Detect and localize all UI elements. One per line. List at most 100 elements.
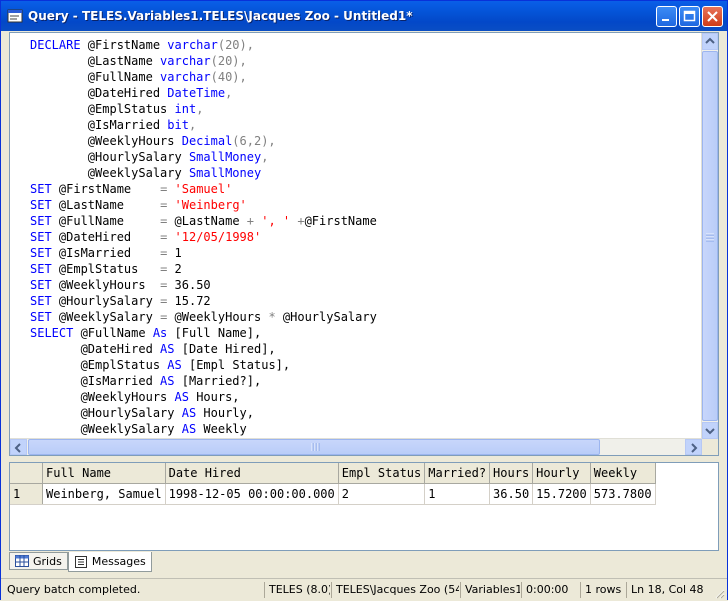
horizontal-scrollbar[interactable]: [10, 438, 702, 455]
table-row[interactable]: 1 Weinberg, Samuel 1998-12-05 00:00:00.000…: [10, 483, 656, 505]
code-token: [Empl Status],: [188, 358, 291, 372]
column-header[interactable]: Hours: [489, 463, 534, 484]
code-token: @FirstName: [304, 214, 377, 228]
code-line[interactable]: SET @FirstName = 'Samuel': [30, 181, 377, 197]
code-token: @WeeklySalary: [30, 422, 182, 436]
code-token: =: [160, 294, 175, 308]
code-line[interactable]: @IsMarried AS [Married?],: [30, 373, 377, 389]
code-line[interactable]: SET @DateHired = '12/05/1998': [30, 229, 377, 245]
code-token: @DateHired: [58, 230, 161, 244]
code-token: SET: [30, 294, 59, 308]
code-line[interactable]: @WeeklyHours AS Hours,: [30, 389, 377, 405]
table-cell[interactable]: 2: [338, 483, 426, 505]
maximize-button[interactable]: [679, 6, 700, 27]
column-header[interactable]: Empl Status: [338, 463, 426, 484]
code-token: =: [160, 198, 175, 212]
column-header[interactable]: Full Name: [42, 463, 166, 484]
scroll-right-button[interactable]: [685, 439, 702, 455]
code-token: SET: [30, 198, 59, 212]
scroll-down-button[interactable]: [702, 422, 718, 439]
code-token: DateTime: [167, 86, 226, 100]
code-token: Hourly,: [203, 406, 254, 420]
code-token: varchar: [160, 70, 211, 84]
code-token: @EmplStatus: [30, 358, 168, 372]
code-token: AS: [167, 358, 189, 372]
code-line[interactable]: SET @WeeklySalary = @WeeklyHours * @Hour…: [30, 309, 377, 325]
results-table[interactable]: Full Name Date Hired Empl Status Married? Ho…: [10, 463, 656, 505]
code-token: ,: [261, 150, 269, 164]
code-token: bit: [167, 118, 189, 132]
table-cell[interactable]: Weinberg, Samuel: [42, 483, 166, 505]
code-line[interactable]: @HourlySalary AS Hourly,: [30, 405, 377, 421]
column-header[interactable]: Married?: [424, 463, 491, 484]
code-token: 2: [174, 262, 182, 276]
table-cell[interactable]: 36.50: [489, 483, 534, 505]
code-line[interactable]: SET @HourlySalary = 15.72: [30, 293, 377, 309]
code-token: [Married?],: [181, 374, 262, 388]
horizontal-scroll-thumb[interactable]: [28, 439, 600, 455]
row-header-corner[interactable]: [10, 463, 43, 484]
code-token: AS: [174, 390, 197, 404]
code-token: =: [160, 230, 175, 244]
sql-code[interactable]: DECLARE @FirstName varchar(20), @LastNam…: [30, 37, 377, 437]
code-token: +: [246, 214, 262, 228]
row-number[interactable]: 1: [10, 483, 43, 505]
code-line[interactable]: SET @EmplStatus = 2: [30, 261, 377, 277]
code-line[interactable]: @DateHired DateTime,: [30, 85, 377, 101]
column-header[interactable]: Date Hired: [165, 463, 339, 484]
scroll-up-button[interactable]: [702, 33, 718, 50]
minimize-button[interactable]: [656, 6, 677, 27]
vertical-scroll-thumb[interactable]: [702, 51, 718, 421]
resize-grip-icon[interactable]: [713, 587, 725, 599]
code-token: =: [160, 214, 175, 228]
code-line[interactable]: @FullName varchar(40),: [30, 69, 377, 85]
code-token: ', ': [261, 214, 291, 228]
close-button[interactable]: [702, 6, 723, 27]
code-token: DECLARE: [30, 38, 88, 52]
code-token: AS: [181, 422, 204, 436]
tab-messages-label: Messages: [91, 555, 146, 568]
code-token: 36.50: [174, 278, 211, 292]
tab-grids-label: Grids: [33, 554, 62, 568]
vertical-scrollbar[interactable]: [701, 33, 718, 439]
code-token: SET: [30, 278, 59, 292]
code-line[interactable]: @WeeklySalary AS Weekly: [30, 421, 377, 437]
code-token: As: [152, 326, 175, 340]
tab-grids[interactable]: Grids: [9, 552, 68, 570]
code-line[interactable]: @LastName varchar(20),: [30, 53, 377, 69]
code-line[interactable]: SET @IsMarried = 1: [30, 245, 377, 261]
code-line[interactable]: SET @LastName = 'Weinberg': [30, 197, 377, 213]
title-bar[interactable]: Query - TELES.Variables1.TELES\Jacques Z…: [1, 1, 727, 31]
code-line[interactable]: DECLARE @FirstName varchar(20),: [30, 37, 377, 53]
code-token: @HourlySalary: [58, 294, 161, 308]
table-cell[interactable]: 573.7800: [590, 483, 656, 505]
table-cell[interactable]: 15.7200: [532, 483, 591, 505]
table-cell[interactable]: 1998-12-05 00:00:00.000: [165, 483, 339, 505]
column-header[interactable]: Weekly: [590, 463, 656, 484]
code-token: @LastName: [174, 214, 247, 228]
code-line[interactable]: SELECT @FullName As [Full Name],: [30, 325, 377, 341]
code-token: @IsMarried: [58, 246, 161, 260]
code-token: SmallMoney: [188, 150, 262, 164]
code-line[interactable]: @WeeklySalary SmallMoney: [30, 165, 377, 181]
code-line[interactable]: @DateHired AS [Date Hired],: [30, 341, 377, 357]
code-token: (20),: [210, 54, 247, 68]
code-token: =: [160, 262, 175, 276]
code-line[interactable]: @EmplStatus AS [Empl Status],: [30, 357, 377, 373]
code-line[interactable]: @IsMarried bit,: [30, 117, 377, 133]
code-line[interactable]: @WeeklyHours Decimal(6,2),: [30, 133, 377, 149]
column-header[interactable]: Hourly: [532, 463, 591, 484]
code-line[interactable]: SET @WeeklyHours = 36.50: [30, 277, 377, 293]
code-token: SET: [30, 214, 59, 228]
sql-editor[interactable]: DECLARE @FirstName varchar(20), @LastNam…: [9, 32, 719, 456]
results-grid[interactable]: Full Name Date Hired Empl Status Married? Ho…: [9, 462, 719, 551]
scroll-left-button[interactable]: [10, 439, 27, 455]
code-line[interactable]: @HourlySalary SmallMoney,: [30, 149, 377, 165]
code-line[interactable]: SET @FullName = @LastName + ', ' +@First…: [30, 213, 377, 229]
table-cell[interactable]: 1: [424, 483, 491, 505]
query-app-icon: [7, 8, 23, 24]
tab-messages[interactable]: Messages: [67, 552, 152, 572]
code-token: +: [290, 214, 305, 228]
messages-icon: [74, 555, 88, 568]
code-line[interactable]: @EmplStatus int,: [30, 101, 377, 117]
